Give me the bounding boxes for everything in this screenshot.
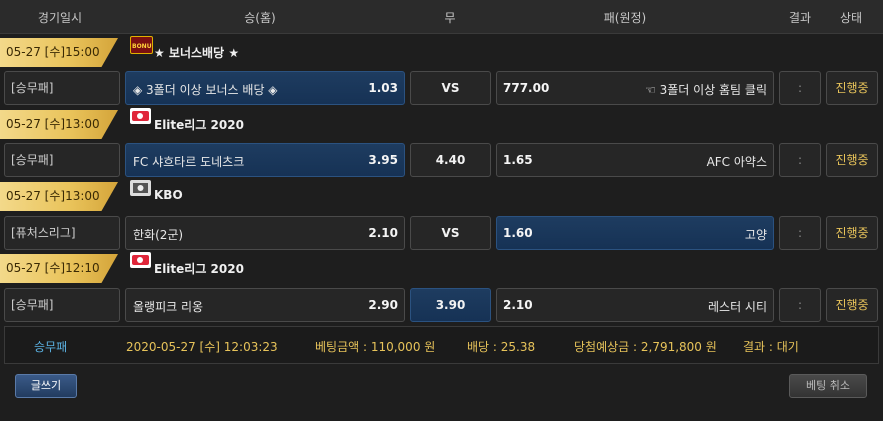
elite-league-icon [130,252,151,268]
away-odds: 2.10 [503,298,533,312]
home-team: ◈ 3폴더 이상 보너스 배당 ◈ [133,83,278,97]
away-bet-button[interactable]: 1.60 고양 [496,216,774,250]
home-bet-button[interactable]: ◈ 3폴더 이상 보너스 배당 ◈ 1.03 [125,71,405,105]
away-bet-button[interactable]: 777.00 ☜ 3폴더 이상 홈팀 클릭 [496,71,774,105]
match-row: [승무패] 올랭피크 리옹 2.90 3.90 2.10 레스터 시티 : 진행… [0,288,883,328]
draw-bet-button[interactable]: 4.40 [410,143,491,177]
match-date-header: 05-27 [수]12:10 Elite리그 2020 [0,252,883,286]
summary-type: 승무패 [34,340,68,354]
match-status: 진행중 [826,143,878,177]
match-row: [승무패] ◈ 3폴더 이상 보너스 배당 ◈ 1.03 VS 777.00 ☜… [0,71,883,111]
draw-bet-button[interactable]: 3.90 [410,288,491,322]
home-odds: 3.95 [368,153,398,167]
draw-bet-button[interactable]: VS [410,71,491,105]
write-button[interactable]: 글쓰기 [15,374,77,398]
away-bet-button[interactable]: 2.10 레스터 시티 [496,288,774,322]
home-team: FC 샤흐타르 도네츠크 [133,155,245,169]
league-name: KBO [154,188,183,202]
match-date-header: 05-27 [수]13:00 Elite리그 2020 [0,108,883,142]
home-team: 올랭피크 리옹 [133,300,204,314]
table-header: 경기일시 승(홈) 무 패(원정) 결과 상태 [0,0,883,34]
svg-text:BONUS: BONUS [132,43,152,50]
match-date: 05-27 [수]12:10 [0,254,118,283]
match-result: : [779,143,821,177]
home-odds: 2.90 [368,298,398,312]
bet-type: [퓨처스리그] [4,216,120,250]
bet-type: [승무패] [4,71,120,105]
bet-type: [승무패] [4,288,120,322]
away-odds: 1.65 [503,153,533,167]
match-result: : [779,288,821,322]
header-draw: 무 [444,11,456,25]
away-odds: 777.00 [503,81,550,95]
match-date: 05-27 [수]13:00 [0,182,118,211]
match-date-header: 05-27 [수]15:00 BONUS ★ 보너스배당 ★ [0,36,883,70]
match-date-header: 05-27 [수]13:00 KBO [0,180,883,214]
match-result: : [779,216,821,250]
away-bet-button[interactable]: 1.65 AFC 아약스 [496,143,774,177]
header-away: 패(원정) [603,11,647,25]
header-status: 상태 [839,11,863,25]
summary-odds: 배당 : 25.38 [467,340,536,354]
home-odds: 1.03 [368,81,398,95]
home-team: 한화(2군) [133,228,184,242]
home-odds: 2.10 [368,226,398,240]
match-status: 진행중 [826,288,878,322]
match-date: 05-27 [수]15:00 [0,38,118,67]
away-team: 레스터 시티 [707,300,767,314]
match-row: [퓨처스리그] 한화(2군) 2.10 VS 1.60 고양 : 진행중 [0,216,883,256]
bonus-icon: BONUS [130,36,156,54]
match-row: [승무패] FC 샤흐타르 도네츠크 3.95 4.40 1.65 AFC 아약… [0,143,883,183]
match-date: 05-27 [수]13:00 [0,110,118,139]
summary-bet-amount: 베팅금액 : 110,000 원 [315,340,436,354]
draw-bet-button[interactable]: VS [410,216,491,250]
away-odds: 1.60 [503,226,533,240]
away-team: 고양 [744,228,767,242]
league-name: Elite리그 2020 [154,118,244,132]
header-home: 승(홈) [244,11,276,25]
header-result: 결과 [788,11,812,25]
kbo-icon [130,180,151,196]
elite-league-icon [130,108,151,124]
away-team: ☜ 3폴더 이상 홈팀 클릭 [645,83,767,97]
cancel-bet-button[interactable]: 베팅 취소 [789,374,867,398]
away-team: AFC 아약스 [706,155,767,169]
match-status: 진행중 [826,216,878,250]
summary-datetime: 2020-05-27 [수] 12:03:23 [126,340,278,354]
bet-type: [승무패] [4,143,120,177]
home-bet-button[interactable]: 올랭피크 리옹 2.90 [125,288,405,322]
home-bet-button[interactable]: 한화(2군) 2.10 [125,216,405,250]
match-status: 진행중 [826,71,878,105]
match-result: : [779,71,821,105]
summary-expected-payout: 당첨예상금 : 2,791,800 원 [574,340,717,354]
league-name: Elite리그 2020 [154,262,244,276]
league-name: ★ 보너스배당 ★ [154,46,240,60]
header-datetime: 경기일시 [37,11,83,25]
home-bet-button[interactable]: FC 샤흐타르 도네츠크 3.95 [125,143,405,177]
bet-summary: 승무패 2020-05-27 [수] 12:03:23 베팅금액 : 110,0… [4,326,879,364]
summary-result: 결과 : 대기 [743,340,799,354]
